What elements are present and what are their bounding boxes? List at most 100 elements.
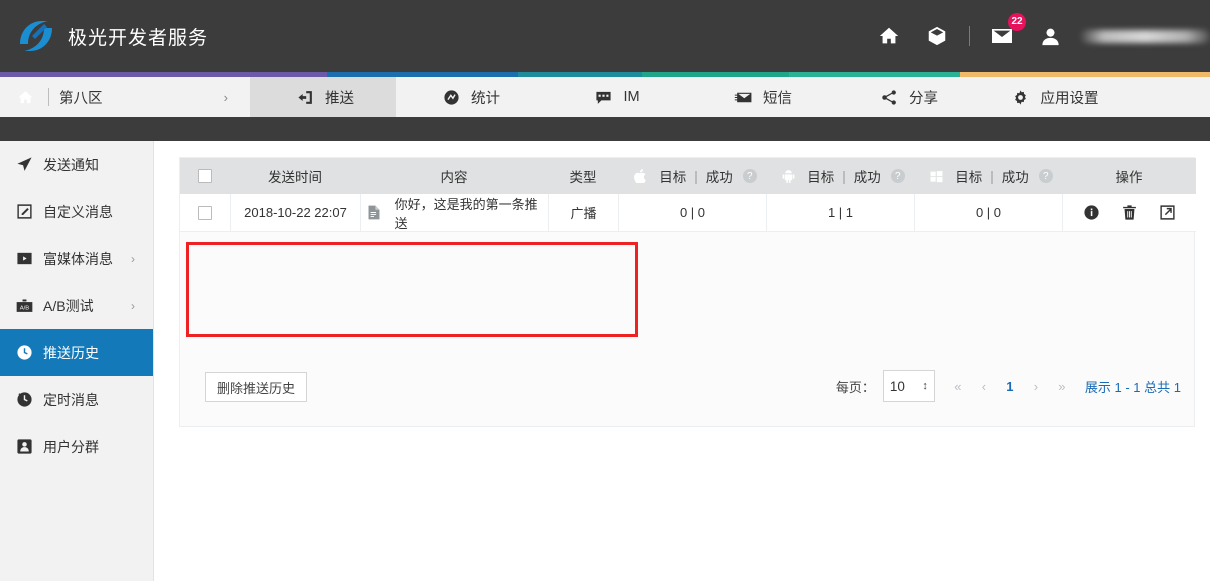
sidebar-item-scheduled-message[interactable]: 定时消息	[0, 376, 153, 423]
tab-app-settings-label: 应用设置	[1041, 87, 1099, 108]
header-apple-success: 成功	[706, 166, 733, 186]
app-selector[interactable]: 第八区 ›	[0, 77, 250, 117]
stats-icon	[438, 84, 464, 110]
page-next-button[interactable]: ›	[1023, 379, 1049, 394]
select-all-checkbox[interactable]	[198, 169, 212, 183]
sidebar-label: 自定义消息	[43, 202, 113, 222]
header-type: 类型	[548, 166, 618, 186]
page-nav: « ‹ 1 › »	[945, 379, 1075, 394]
help-icon[interactable]: ?	[743, 169, 757, 183]
cell-send-time: 2018-10-22 22:07	[230, 194, 360, 231]
user-avatar-icon[interactable]	[1037, 23, 1063, 49]
header-windows-column: 目标 | 成功 ?	[914, 163, 1062, 189]
page-prev-button[interactable]: ‹	[971, 379, 997, 394]
cell-apple-stats: 0 | 0	[618, 194, 766, 231]
sidebar-item-rich-media[interactable]: 富媒体消息 ›	[0, 235, 153, 282]
stepper-arrows-icon[interactable]: ↕	[922, 381, 928, 392]
page-number-1[interactable]: 1	[997, 379, 1023, 394]
app-divider	[48, 88, 49, 106]
per-page-stepper[interactable]: 10 ↕	[883, 370, 935, 402]
play-square-icon	[16, 250, 33, 267]
table-row[interactable]: 2018-10-22 22:07 你好，这是我的第一条推送 广播 0 | 0 1…	[180, 194, 1196, 232]
sidebar-item-push-history[interactable]: 推送历史	[0, 329, 153, 376]
username-blurred	[1080, 30, 1210, 43]
help-icon[interactable]: ?	[1039, 169, 1053, 183]
plat-separator: |	[694, 169, 698, 184]
push-icon	[292, 84, 318, 110]
table-header-row: 发送时间 内容 类型 目标 | 成功 ? 目标 |	[180, 158, 1196, 194]
clock-icon	[16, 344, 33, 361]
tab-sms-label: 短信	[763, 87, 792, 108]
per-page-value: 10	[890, 379, 905, 394]
trash-icon[interactable]	[1121, 204, 1138, 221]
push-history-panel: 发送时间 内容 类型 目标 | 成功 ? 目标 |	[179, 157, 1195, 427]
tab-im-label: IM	[623, 89, 639, 105]
jiguang-logo-icon	[14, 14, 58, 58]
android-icon	[775, 163, 801, 189]
ab-test-icon: A/B	[16, 297, 33, 314]
document-icon	[361, 200, 387, 226]
brand[interactable]: 极光开发者服务	[0, 14, 208, 58]
main-content: tag/alias/Reg.ID 搜索关键字 Web 通知 全部 2018-10…	[154, 141, 1210, 581]
pagination-summary: 展示 1 - 1 总共 1	[1085, 377, 1181, 396]
brand-title: 极光开发者服务	[68, 23, 208, 50]
sidebar-item-ab-test[interactable]: A/B A/B测试 ›	[0, 282, 153, 329]
envelope-icon[interactable]: 22	[989, 23, 1015, 49]
tab-share[interactable]: 分享	[834, 77, 980, 117]
tab-push-label: 推送	[325, 87, 354, 108]
cell-type: 广播	[548, 194, 618, 231]
pagination: 每页： 10 ↕ « ‹ 1 › » 展示 1 - 1 总共 1	[836, 370, 1181, 402]
cube-icon[interactable]	[924, 23, 950, 49]
tab-sms[interactable]: 短信	[688, 77, 834, 117]
chevron-right-icon[interactable]: ›	[224, 90, 228, 105]
per-page-label: 每页：	[836, 377, 875, 396]
timer-icon	[16, 391, 33, 408]
cell-operations	[1062, 194, 1196, 231]
push-history-table: 发送时间 内容 类型 目标 | 成功 ? 目标 |	[180, 158, 1196, 232]
select-all-cell	[180, 169, 230, 183]
app-name: 第八区	[59, 87, 103, 108]
chevron-right-icon[interactable]: ›	[131, 252, 135, 266]
chevron-right-icon[interactable]: ›	[131, 299, 135, 313]
user-group-icon	[16, 438, 33, 455]
header-android-column: 目标 | 成功 ?	[766, 163, 914, 189]
external-link-icon[interactable]	[1159, 204, 1176, 221]
svg-text:A/B: A/B	[20, 305, 30, 311]
tab-push[interactable]: 推送	[250, 77, 396, 117]
tab-app-settings[interactable]: 应用设置	[980, 77, 1126, 117]
sub-header-dark-bar	[0, 117, 1210, 141]
sidebar-item-send-notification[interactable]: 发送通知	[0, 141, 153, 188]
sidebar-item-user-segment[interactable]: 用户分群	[0, 423, 153, 470]
sidebar-label: 富媒体消息	[43, 249, 113, 269]
header-apple-column: 目标 | 成功 ?	[618, 163, 766, 189]
apple-icon	[627, 163, 653, 189]
page-first-button[interactable]: «	[945, 379, 971, 394]
home-icon[interactable]	[876, 23, 902, 49]
help-icon[interactable]: ?	[891, 169, 905, 183]
tab-stats-label: 统计	[471, 87, 500, 108]
sidebar-label: 发送通知	[43, 155, 99, 175]
plat-separator: |	[842, 169, 846, 184]
mail-badge: 22	[1008, 13, 1026, 31]
main-navigation: 第八区 › 推送 统计 IM 短信 分享 应用设置	[0, 77, 1210, 117]
row-checkbox[interactable]	[198, 206, 212, 220]
tab-stats[interactable]: 统计	[396, 77, 542, 117]
send-paper-plane-icon	[16, 156, 33, 173]
row-select-cell	[180, 206, 230, 220]
sms-icon	[730, 84, 756, 110]
im-chat-icon	[590, 84, 616, 110]
cell-windows-stats: 0 | 0	[914, 194, 1062, 231]
page-last-button[interactable]: »	[1049, 379, 1075, 394]
sidebar: 发送通知 自定义消息 富媒体消息 › A/B A/B测试 › 推送历史 定时	[0, 141, 154, 581]
share-icon	[876, 84, 902, 110]
sidebar-label: 定时消息	[43, 390, 99, 410]
edit-square-icon	[16, 203, 33, 220]
header-apple-target: 目标	[659, 166, 686, 186]
sidebar-label: 用户分群	[43, 437, 99, 457]
sidebar-item-custom-message[interactable]: 自定义消息	[0, 188, 153, 235]
tab-im[interactable]: IM	[542, 77, 688, 117]
cell-content: 你好，这是我的第一条推送	[360, 194, 548, 231]
plat-separator: |	[990, 169, 994, 184]
delete-push-history-button[interactable]: 删除推送历史	[205, 372, 307, 402]
info-icon[interactable]	[1083, 204, 1100, 221]
